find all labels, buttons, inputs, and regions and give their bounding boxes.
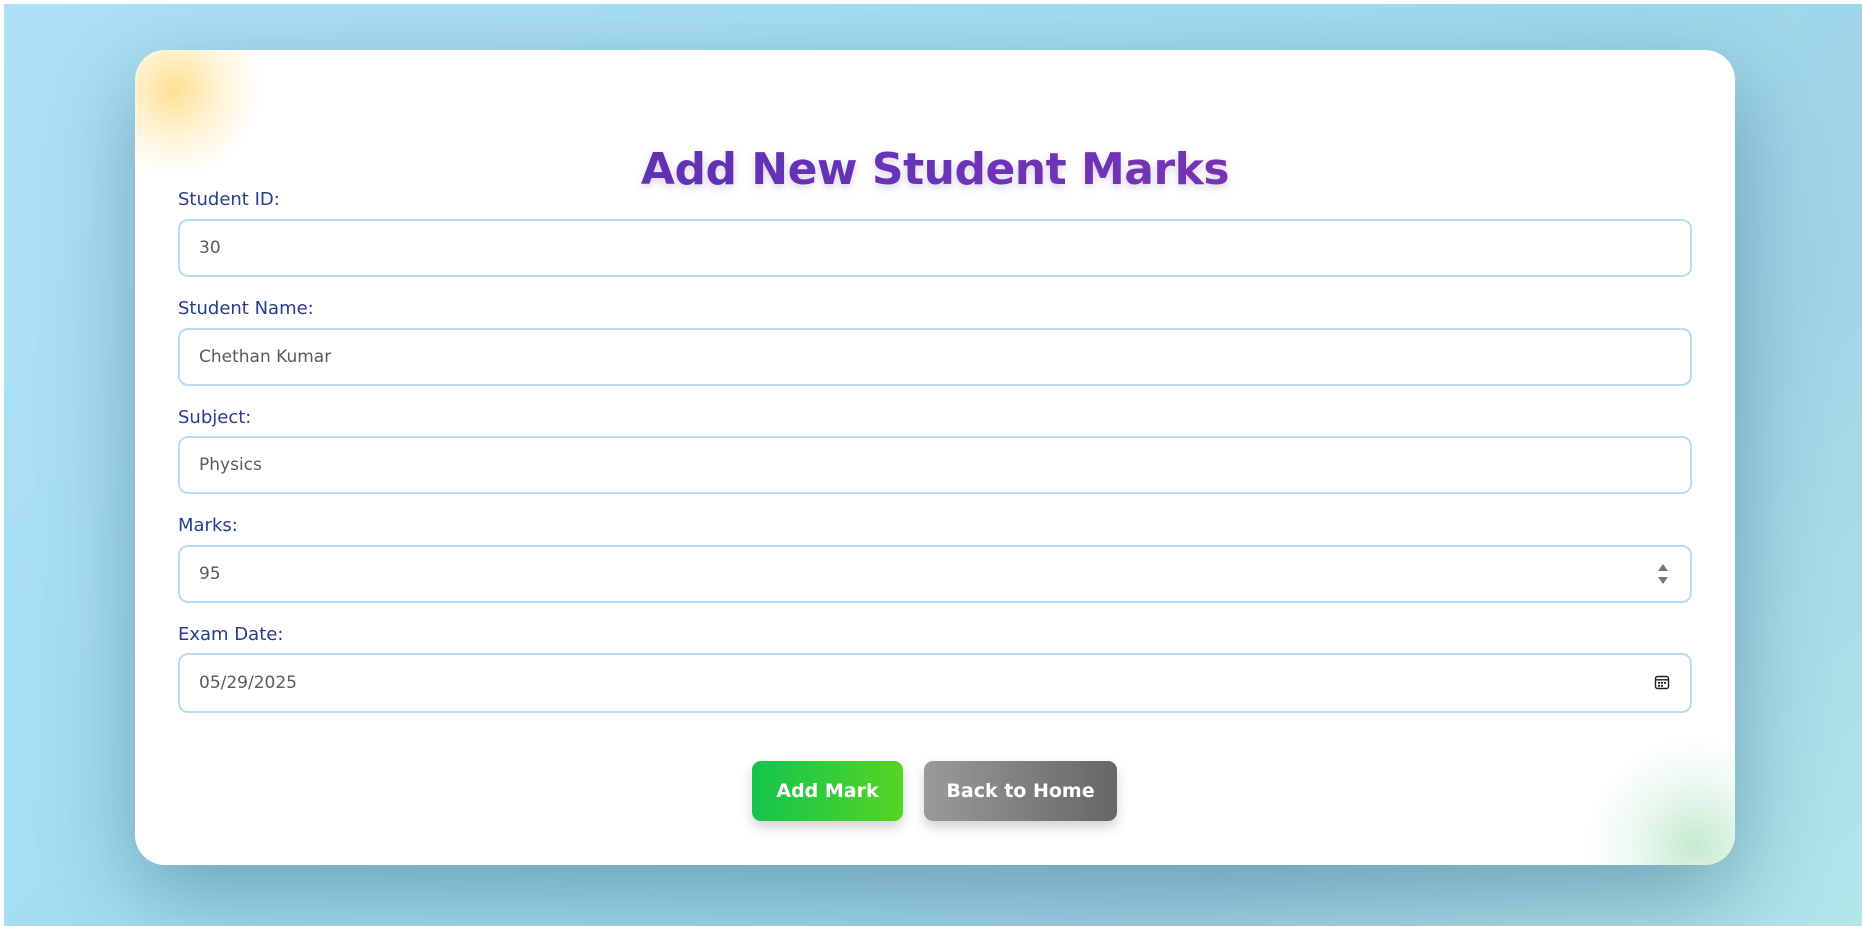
subject-input[interactable]: Physics [178, 436, 1692, 494]
student-name-label: Student Name: [178, 298, 314, 319]
exam-date-input[interactable]: 05/29/2025 [178, 653, 1692, 713]
back-to-home-button[interactable]: Back to Home [924, 761, 1117, 821]
subject-value: Physics [199, 455, 262, 475]
student-id-input[interactable]: 30 [178, 219, 1692, 277]
add-marks-card: Add New Student Marks Student ID: 30 Stu… [135, 50, 1735, 865]
subject-label: Subject: [178, 407, 252, 428]
marks-input[interactable]: 95 [178, 545, 1692, 603]
marks-value: 95 [199, 564, 221, 584]
exam-date-value: 05/29/2025 [199, 673, 297, 693]
page-title: Add New Student Marks [135, 138, 1735, 202]
exam-date-label: Exam Date: [178, 624, 284, 645]
marks-label: Marks: [178, 515, 238, 536]
decorative-glow-green [1585, 735, 1735, 865]
calendar-icon[interactable] [1654, 674, 1670, 690]
student-name-input[interactable]: Chethan Kumar [178, 328, 1692, 386]
spinner-arrows-icon[interactable] [1656, 561, 1670, 587]
add-mark-button[interactable]: Add Mark [752, 761, 903, 821]
student-name-value: Chethan Kumar [199, 347, 332, 367]
student-id-label: Student ID: [178, 189, 280, 210]
student-id-value: 30 [199, 238, 221, 258]
